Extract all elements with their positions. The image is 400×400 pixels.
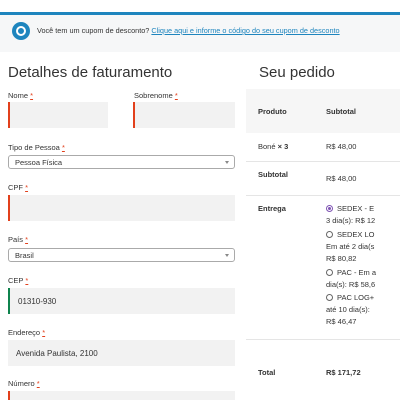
radio-icon[interactable] [326,294,333,301]
order-heading: Seu pedido [259,64,335,81]
shipping-option-line: R$ 80,82 [326,254,357,263]
shipping-option-line: R$ 46,47 [326,317,357,326]
coupon-notice-question: Você tem um cupom de desconto? [37,26,150,35]
divider [246,195,400,196]
billing-heading: Detalhes de faturamento [8,64,173,81]
subtotal-value: R$ 48,00 [326,174,357,183]
last-name-label: Sobrenome * [134,91,178,100]
country-select[interactable]: Brasil [8,248,235,262]
address-label: Endereço * [8,328,45,337]
required-mark: * [30,91,34,100]
shipping-option-line: SEDEX LO [337,230,375,239]
country-label-text: País [8,235,24,244]
shipping-option-line: PAC - Em a [337,268,377,277]
coupon-notice-text: Você tem um cupom de desconto? Clique aq… [37,26,340,35]
zip-input[interactable]: 01310-930 [8,288,235,314]
person-type-value: Pessoa Física [15,158,63,167]
country-label: País * [8,235,28,244]
shipping-option-line: até 10 dia(s): [326,305,370,314]
shipping-option[interactable]: PAC LOG+ até 10 dia(s): R$ 46,47 [326,292,374,328]
address-input[interactable]: Avenida Paulista, 2100 [8,340,235,366]
required-mark: * [25,276,29,285]
required-mark: * [174,91,178,100]
zip-label: CEP * [8,276,28,285]
required-mark: * [42,328,46,337]
person-type-label-text: Tipo de Pessoa [8,143,60,152]
zip-label-text: CEP [8,276,24,285]
divider [246,339,400,340]
shipping-option-line: SEDEX - E [337,204,375,213]
total-value: R$ 171,72 [326,368,361,377]
shipping-option[interactable]: SEDEX LO Em até 2 dia(s R$ 80,82 [326,229,375,265]
total-label: Total [258,368,276,377]
chevron-down-icon [225,161,229,164]
cpf-input[interactable] [8,195,235,221]
chevron-down-icon [225,254,229,257]
subtotal-label: Subtotal [258,170,288,179]
shipping-option-line: 3 dia(s): R$ 12 [326,216,376,225]
number-input[interactable] [8,391,235,400]
info-icon [12,22,30,40]
required-mark: * [61,143,65,152]
last-name-input[interactable] [133,102,235,128]
coupon-notice: Você tem um cupom de desconto? Clique aq… [0,12,400,52]
shipping-option-line: dia(s): R$ 58,6 [326,280,376,289]
address-label-text: Endereço [8,328,41,337]
required-mark: * [25,183,29,192]
first-name-label-text: Nome [8,91,29,100]
country-value: Brasil [15,251,34,260]
first-name-input[interactable] [8,102,108,128]
column-subtotal: Subtotal [326,107,356,116]
cpf-label-text: CPF [8,183,23,192]
first-name-label: Nome * [8,91,33,100]
cpf-label: CPF * [8,183,28,192]
required-mark: * [25,235,29,244]
person-type-select[interactable]: Pessoa Física [8,155,235,169]
divider [246,161,400,162]
last-name-label-text: Sobrenome [134,91,173,100]
item-product: Boné × 3 [258,141,288,153]
shipping-label: Entrega [258,204,286,213]
coupon-link[interactable]: Clique aqui e informe o código do seu cu… [151,26,339,35]
shipping-option[interactable]: PAC - Em a dia(s): R$ 58,6 [326,267,376,291]
person-type-label: Tipo de Pessoa * [8,143,65,152]
radio-selected-icon[interactable] [326,205,333,212]
shipping-option-line: PAC LOG+ [337,293,375,302]
item-quantity: × 3 [277,142,289,151]
radio-icon[interactable] [326,231,333,238]
shipping-option-line: Em até 2 dia(s [326,242,375,251]
number-label-text: Número [8,379,35,388]
required-mark: * [36,379,40,388]
number-label: Número * [8,379,40,388]
shipping-option[interactable]: SEDEX - E 3 dia(s): R$ 12 [326,203,375,227]
radio-icon[interactable] [326,269,333,276]
item-subtotal: R$ 48,00 [326,142,357,151]
item-name: Boné [258,142,276,151]
order-table-header: Produto Subtotal [246,89,400,133]
column-product: Produto [258,107,287,116]
